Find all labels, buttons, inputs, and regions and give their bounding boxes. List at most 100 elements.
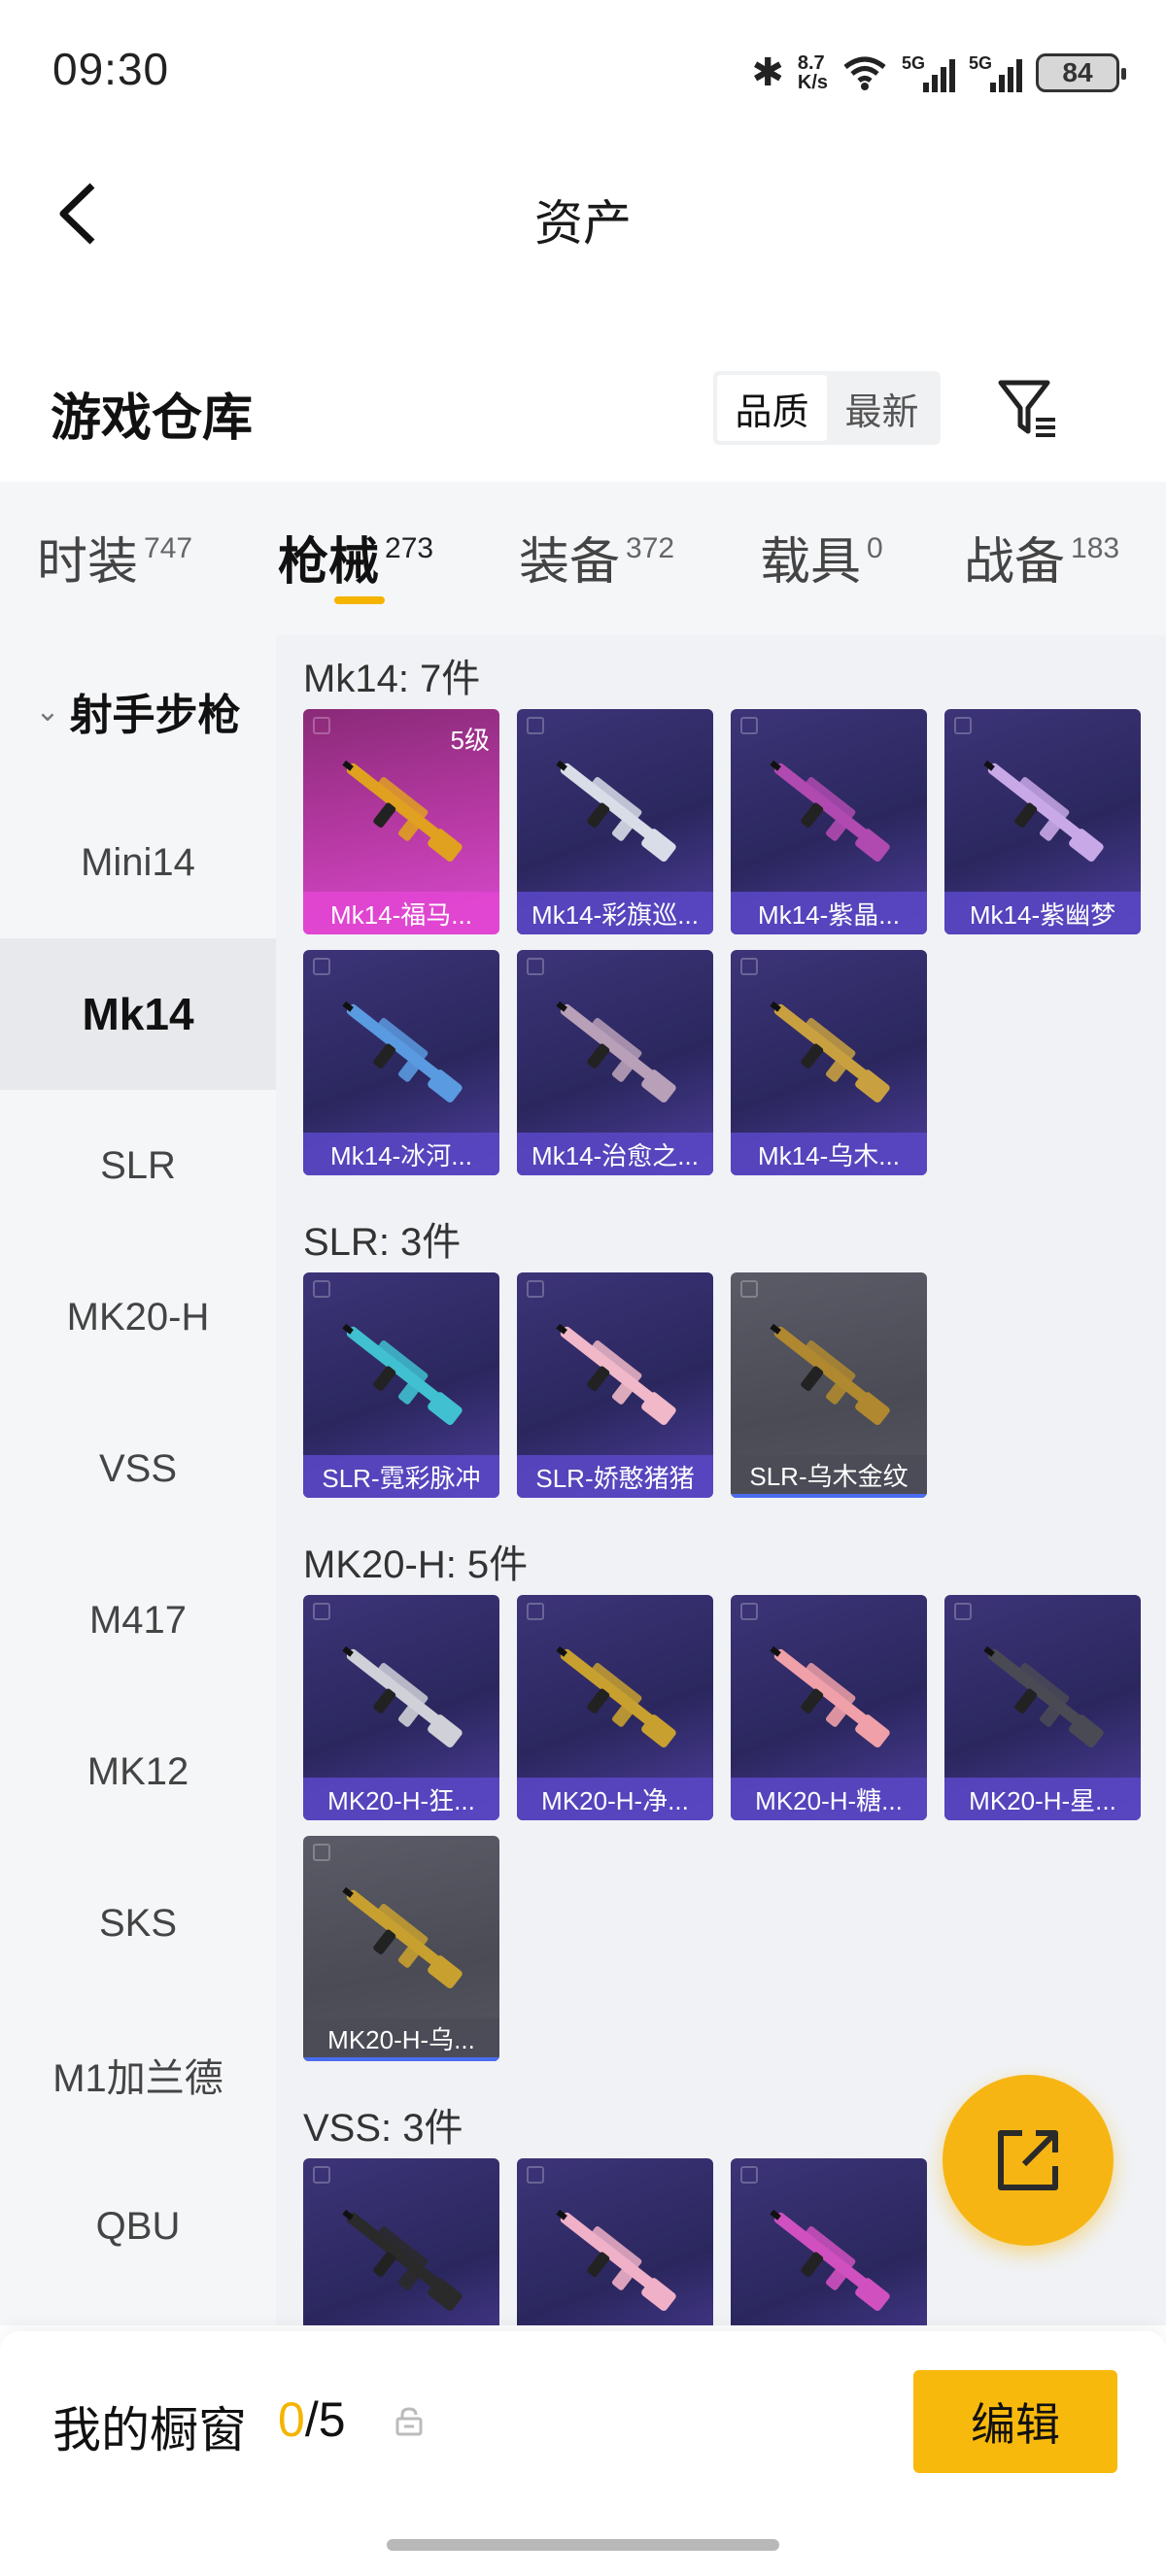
corner-mark (740, 1603, 758, 1620)
corner-mark (313, 1844, 330, 1861)
weapon-card[interactable]: Mk14-冰河... (303, 950, 499, 1175)
corner-mark (313, 1280, 330, 1298)
page-title: 资产 (534, 196, 632, 251)
section-title: MK20-H: 5件 (303, 1543, 529, 1586)
sidebar-item-vss[interactable]: VSS (0, 1393, 276, 1544)
corner-mark (527, 717, 544, 734)
sidebar-group-marksman-rifles[interactable]: ⌄ 射手步枪 (0, 635, 276, 787)
weapon-card[interactable]: MK20-H-净... (517, 1595, 713, 1820)
weapon-card[interactable]: MK20-H-狂... (303, 1595, 499, 1820)
rifle-icon (556, 1645, 676, 1747)
chevron-down-icon: ⌄ (35, 695, 60, 728)
weapon-name: MK20-H-星... (944, 1778, 1141, 1820)
weapon-name: MK20-H-糖... (731, 1778, 927, 1820)
rifle-icon (983, 760, 1104, 862)
rifle-icon (556, 1323, 676, 1425)
weapon-name: SLR-娇憨猪猪 (517, 1455, 713, 1498)
weapon-card[interactable]: Mk14-乌木... (731, 950, 927, 1175)
weapon-card[interactable]: Mk14-彩旗巡... (517, 709, 713, 934)
weapon-card[interactable] (517, 2158, 713, 2325)
sort-quality-button[interactable]: 品质 (717, 375, 827, 441)
sidebar-item-mk12[interactable]: MK12 (0, 1696, 276, 1847)
weapon-grid: Mk14: 7件 5级 Mk14-福马... Mk14-彩旗巡... Mk14-紫晶..… (276, 635, 1166, 2325)
weapon-card[interactable]: SLR-乌木金纹 (731, 1272, 927, 1498)
tab-weapons[interactable]: 枪械 273 (278, 521, 433, 593)
section-title: Mk14: 7件 (303, 658, 481, 700)
showcase-label: 我的橱窗 (52, 2403, 247, 2457)
net-speed: 8.7 K/s (797, 52, 828, 93)
status-bar: 09:30 ✱ 8.7 K/s 5G 5G 84 (0, 0, 1166, 146)
weapon-card[interactable]: SLR-娇憨猪猪 (517, 1272, 713, 1498)
signal-icon: 5G (969, 53, 1022, 92)
share-button[interactable] (943, 2075, 1114, 2246)
weapon-card[interactable]: MK20-H-星... (944, 1595, 1141, 1820)
rifle-icon (556, 760, 676, 862)
corner-mark (527, 2166, 544, 2184)
rifle-icon (770, 2209, 890, 2311)
rifle-icon (342, 1886, 463, 1988)
signal-icon: 5G (902, 53, 955, 92)
rifle-icon (770, 760, 890, 862)
weapon-name: Mk14-紫幽梦 (944, 892, 1141, 934)
weapon-card[interactable] (731, 2158, 927, 2325)
lock-icon (395, 2407, 423, 2436)
weapon-card[interactable]: SLR-霓彩脉冲 (303, 1272, 499, 1498)
sidebar-item-mk20h[interactable]: MK20-H (0, 1241, 276, 1393)
edit-button[interactable]: 编辑 (913, 2370, 1117, 2473)
app-header: 资产 (0, 146, 1166, 282)
corner-mark (740, 1280, 758, 1298)
weapon-card[interactable]: Mk14-紫晶... (731, 709, 927, 934)
status-time: 09:30 (52, 44, 170, 94)
weapon-card[interactable]: Mk14-治愈之... (517, 950, 713, 1175)
corner-mark (313, 2166, 330, 2184)
weapon-card[interactable]: Mk14-紫幽梦 (944, 709, 1141, 934)
rifle-icon (770, 1323, 890, 1425)
home-indicator (387, 2539, 779, 2551)
showcase-bar: 我的橱窗 0/5 编辑 (0, 2331, 1166, 2576)
weapon-name: MK20-H-乌... (303, 2018, 499, 2061)
weapon-card[interactable] (303, 2158, 499, 2325)
sort-latest-button[interactable]: 最新 (827, 375, 937, 441)
corner-mark (313, 958, 330, 975)
corner-mark (313, 1603, 330, 1620)
corner-mark (954, 1603, 972, 1620)
sidebar-item-mk14[interactable]: Mk14 (0, 938, 276, 1090)
rifle-icon (770, 1000, 890, 1102)
sidebar-item-mini14[interactable]: Mini14 (0, 787, 276, 938)
corner-mark (527, 1280, 544, 1298)
filter-icon (998, 380, 1055, 437)
sidebar-item-m417[interactable]: M417 (0, 1544, 276, 1696)
corner-mark (527, 958, 544, 975)
sidebar-item-qbu[interactable]: QBU (0, 2151, 276, 2302)
active-tab-indicator (334, 596, 385, 604)
corner-mark (740, 2166, 758, 2184)
filter-button[interactable] (991, 371, 1065, 445)
rifle-icon (770, 1645, 890, 1747)
corner-mark (954, 717, 972, 734)
corner-mark (740, 958, 758, 975)
rifle-icon (556, 1000, 676, 1102)
tab-supplies[interactable]: 战备 183 (964, 521, 1119, 593)
weapon-name: SLR-乌木金纹 (731, 1455, 927, 1498)
rifle-icon (342, 1000, 463, 1102)
bluetooth-icon: ✱ (751, 51, 784, 94)
wifi-icon (843, 56, 886, 90)
weapon-name: Mk14-福马... (303, 892, 499, 934)
sidebar-item-sks[interactable]: SKS (0, 1847, 276, 1999)
weapon-name: Mk14-紫晶... (731, 892, 927, 934)
weapon-card[interactable]: MK20-H-糖... (731, 1595, 927, 1820)
tab-equipment[interactable]: 装备 372 (519, 521, 674, 593)
sidebar-item-m1-garand[interactable]: M1加兰德 (0, 1999, 276, 2151)
rifle-icon (342, 1323, 463, 1425)
rifle-icon (983, 1645, 1104, 1747)
tab-vehicles[interactable]: 载具 0 (760, 521, 883, 593)
tab-fashion[interactable]: 时装 747 (37, 521, 192, 593)
warehouse-header: 游戏仓库 品质 最新 (0, 359, 1166, 457)
weapon-card[interactable]: MK20-H-乌... (303, 1836, 499, 2061)
sidebar-item-slr[interactable]: SLR (0, 1090, 276, 1241)
category-tabs: 时装 747 枪械 273 装备 372 载具 0 战备 183 (0, 482, 1166, 635)
weapon-card[interactable]: 5级 Mk14-福马... (303, 709, 499, 934)
corner-mark (527, 1603, 544, 1620)
weapon-name: SLR-霓彩脉冲 (303, 1455, 499, 1498)
weapon-name: Mk14-彩旗巡... (517, 892, 713, 934)
